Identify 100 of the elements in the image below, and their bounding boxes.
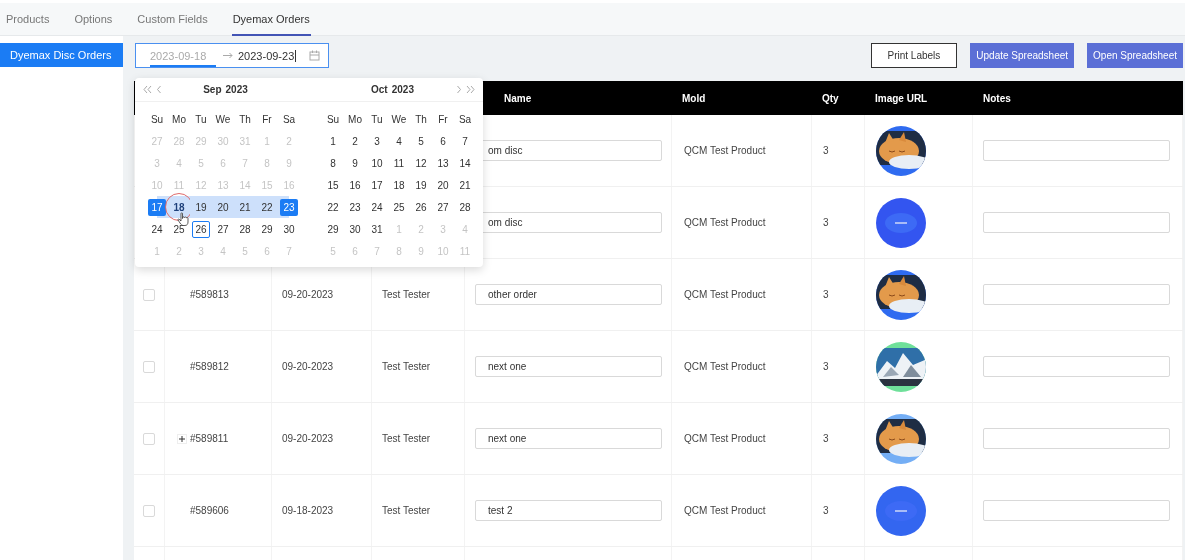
calendar-day[interactable]: 28	[236, 220, 254, 238]
column-header: Mold	[682, 92, 706, 104]
weekday-label: Sa	[281, 112, 297, 127]
weekday-label: Tu	[370, 112, 384, 127]
year-label[interactable]: 2023	[225, 84, 248, 95]
calendar-day[interactable]: 11	[390, 154, 408, 172]
calendar-day[interactable]: 23	[280, 198, 298, 216]
tab[interactable]: Options	[73, 3, 114, 36]
notes-field[interactable]	[983, 356, 1170, 377]
calendar-day[interactable]: 22	[324, 198, 342, 216]
calendar-day[interactable]: 25	[390, 198, 408, 216]
calendar-icon[interactable]	[309, 50, 320, 61]
name-field[interactable]: next one	[475, 356, 662, 377]
name-field[interactable]: test 2	[475, 500, 662, 521]
calendar-day[interactable]: 19	[192, 198, 210, 216]
quantity: 3	[823, 289, 829, 300]
calendar-day[interactable]: 7	[456, 132, 474, 150]
calendar-day[interactable]: 12	[412, 154, 430, 172]
calendar-day[interactable]: 9	[346, 154, 364, 172]
notes-field[interactable]	[983, 284, 1170, 305]
calendar-day[interactable]: 26	[192, 220, 210, 238]
calendar-day[interactable]: 19	[412, 176, 430, 194]
calendar-day[interactable]: 24	[368, 198, 386, 216]
print-button[interactable]: Print Labels	[870, 43, 958, 68]
row-checkbox[interactable]	[143, 432, 155, 445]
weekday-label: Tu	[194, 112, 208, 127]
row-checkbox[interactable]	[143, 504, 155, 517]
order-date: 09-20-2023	[282, 433, 334, 444]
column-header: Notes	[983, 92, 1011, 104]
calendar-day[interactable]: 14	[456, 154, 474, 172]
mold-name: QCM Test Product	[684, 217, 766, 228]
calendar-day[interactable]: 8	[324, 154, 342, 172]
double-chevron-left-icon[interactable]	[143, 85, 152, 94]
order-date: 09-20-2023	[282, 361, 334, 372]
calendar-day[interactable]: 15	[324, 176, 342, 194]
tab[interactable]: Products	[5, 3, 51, 36]
calendar-day[interactable]: 25	[170, 220, 188, 238]
calendar-day[interactable]: 28	[456, 198, 474, 216]
calendar-day[interactable]: 6	[434, 132, 452, 150]
calendar-day[interactable]: 20	[434, 176, 452, 194]
calendar-day[interactable]: 3	[368, 132, 386, 150]
calendar-day[interactable]: 17	[368, 176, 386, 194]
row-checkbox[interactable]	[143, 360, 155, 373]
quantity: 3	[823, 145, 829, 156]
year-label[interactable]: 2023	[391, 84, 414, 95]
calendar-day[interactable]: 10	[368, 154, 386, 172]
calendar-day[interactable]: 27	[214, 220, 232, 238]
calendar-day[interactable]: 16	[346, 176, 364, 194]
end-date-field[interactable]: 2023-09-23	[238, 44, 297, 67]
calendar-day[interactable]: 24	[148, 220, 166, 238]
calendar-day[interactable]: 20	[214, 198, 232, 216]
notes-field[interactable]	[983, 140, 1170, 161]
notes-field[interactable]	[983, 428, 1170, 449]
calendar-day[interactable]: 21	[456, 176, 474, 194]
calendar-day[interactable]: 30	[346, 220, 364, 238]
weekday-label: Su	[149, 112, 165, 127]
calendar-day[interactable]: 18	[170, 198, 188, 216]
name-field[interactable]: other order	[475, 284, 662, 305]
calendar-day[interactable]: 29	[258, 220, 276, 238]
row-checkbox[interactable]	[143, 288, 155, 301]
customer-name: Test Tester	[382, 289, 431, 300]
weekday-label: Mo	[171, 112, 187, 127]
calendar-day[interactable]: 29	[324, 220, 342, 238]
weekday-label: Fr	[261, 112, 273, 127]
calendar-day[interactable]: 18	[390, 176, 408, 194]
calendar-day[interactable]: 4	[390, 132, 408, 150]
notes-field[interactable]	[983, 212, 1170, 233]
order-date: 09-18-2023	[282, 505, 334, 516]
calendar-day[interactable]: 30	[280, 220, 298, 238]
spreadsheet-button[interactable]: Open Spreadsheet	[1087, 43, 1183, 68]
calendar-day[interactable]: 5	[412, 132, 430, 150]
month-label[interactable]: Oct	[371, 84, 388, 95]
chevron-left-icon[interactable]	[156, 85, 162, 94]
order-date: 09-20-2023	[282, 289, 334, 300]
calendar-day[interactable]: 1	[324, 132, 342, 150]
calendar-day[interactable]: 23	[346, 198, 364, 216]
calendar-day[interactable]: 26	[412, 198, 430, 216]
double-chevron-right-icon[interactable]	[466, 85, 475, 94]
weekday-label: Th	[414, 112, 428, 127]
mold-name: QCM Test Product	[684, 505, 766, 516]
notes-field[interactable]	[983, 500, 1170, 521]
spreadsheet-button[interactable]: Update Spreadsheet	[970, 43, 1075, 68]
expand-icon[interactable]	[177, 433, 187, 444]
calendar-day[interactable]: 27	[434, 198, 452, 216]
chevron-right-icon[interactable]	[456, 85, 462, 94]
name-field[interactable]: next one	[475, 428, 662, 449]
quantity: 3	[823, 505, 829, 516]
tab[interactable]: Custom Fields	[136, 3, 209, 36]
calendar-day[interactable]: 17	[148, 198, 166, 216]
calendar-day[interactable]: 21	[236, 198, 254, 216]
quantity: 3	[823, 217, 829, 228]
calendar-day[interactable]: 13	[434, 154, 452, 172]
calendar-day[interactable]: 31	[368, 220, 386, 238]
order-number: #589812	[190, 361, 229, 372]
calendar-day[interactable]: 2	[346, 132, 364, 150]
sidebar-item[interactable]: Dyemax Disc Orders	[0, 43, 123, 67]
weekday-label: Fr	[437, 112, 449, 127]
calendar-day[interactable]: 22	[258, 198, 276, 216]
month-label[interactable]: Sep	[203, 84, 222, 95]
date-range-picker[interactable]: 2023-09-18 2023-09-23	[135, 43, 329, 68]
